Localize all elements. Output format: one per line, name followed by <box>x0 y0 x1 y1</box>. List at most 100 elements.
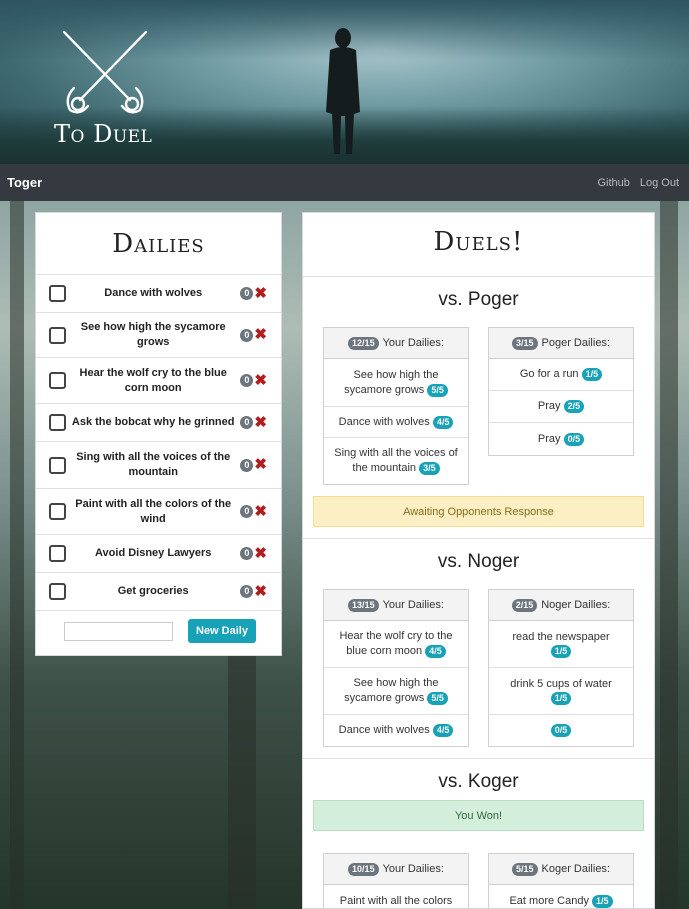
card-item: Sing with all the voices of the mountain… <box>324 438 468 484</box>
daily-text: Hear the wolf cry to the blue corn moon <box>79 366 227 394</box>
progress-badge: 4/5 <box>432 724 454 737</box>
daily-checkbox[interactable] <box>49 503 66 520</box>
delete-x-icon[interactable]: ✖ <box>254 504 267 519</box>
daily-count-badge: 0 <box>240 585 254 598</box>
card-item-text: Dance with wolves <box>338 724 430 736</box>
your-dailies-card: 13/15 Your Dailies: Hear the wolf cry to… <box>323 589 469 747</box>
hero-figure-image <box>326 28 360 154</box>
duel-cards: 13/15 Your Dailies: Hear the wolf cry to… <box>303 589 654 747</box>
duel-opponent-title: vs. Poger <box>438 289 519 310</box>
daily-item: Hear the wolf cry to the blue corn moon … <box>36 358 281 404</box>
progress-badge: 4/5 <box>432 415 454 429</box>
duel-section: vs. Koger You Won! 10/15 Your Dailies: P… <box>303 759 654 908</box>
card-item-text: See how high the sycamore grows <box>344 368 439 396</box>
brand-link[interactable]: Toger <box>7 175 42 190</box>
duel-section: vs. Noger 13/15 Your Dailies: Hear the w… <box>303 539 654 759</box>
github-link[interactable]: Github <box>597 177 629 189</box>
progress-badge: 4/5 <box>425 645 446 658</box>
delete-x-icon[interactable]: ✖ <box>254 286 267 301</box>
daily-checkbox[interactable] <box>49 372 66 389</box>
status-alert-success: You Won! <box>313 800 644 831</box>
daily-checkbox[interactable] <box>49 583 66 600</box>
score-badge: 3/15 <box>511 336 538 350</box>
dailies-panel: Dailies Dance with wolves 0 ✖ See how hi… <box>35 212 282 656</box>
daily-count-badge: 0 <box>240 458 254 472</box>
opponent-dailies-card: 3/15 Poger Dailies: Go for a run 1/5 Pra… <box>488 327 634 456</box>
daily-checkbox[interactable] <box>49 326 66 344</box>
duel-section: vs. Poger 12/15 Your Dailies: See how hi… <box>303 277 654 539</box>
daily-text: Avoid Disney Lawyers <box>95 547 212 559</box>
card-item: Pray 0/5 <box>489 423 633 455</box>
card-header-label: Poger Dailies: <box>541 337 610 349</box>
duel-opponent-title: vs. Noger <box>437 551 520 572</box>
progress-badge: 5/5 <box>427 383 448 397</box>
card-item: 0/5 <box>489 715 633 746</box>
card-item: drink 5 cups of water 1/5 <box>489 668 633 715</box>
progress-badge: 1/5 <box>550 692 572 705</box>
delete-x-icon[interactable]: ✖ <box>254 327 267 342</box>
daily-checkbox[interactable] <box>49 456 66 474</box>
card-header-label: Noger Dailies: <box>541 599 611 611</box>
card-item: read the newspaper 1/5 <box>489 621 633 668</box>
daily-item: Get groceries 0 ✖ <box>36 573 281 611</box>
daily-checkbox[interactable] <box>49 285 66 302</box>
card-item-text: Pray <box>537 400 561 412</box>
progress-badge: 0/5 <box>563 432 585 446</box>
daily-count-badge: 0 <box>240 416 254 429</box>
daily-item: Sing with all the voices of the mountain… <box>36 442 281 489</box>
card-header: 10/15 Your Dailies: <box>324 854 468 885</box>
daily-count-badge: 0 <box>240 328 254 342</box>
progress-badge: 2/5 <box>563 400 585 413</box>
card-item: Paint with all the colors <box>324 885 468 908</box>
hero-banner: To Duel <box>0 0 689 164</box>
duels-panel: Duels! vs. Poger 12/15 Your Dailies: See… <box>302 212 655 909</box>
navbar: Toger Github Log Out <box>0 164 689 201</box>
score-badge: 5/15 <box>511 862 538 876</box>
card-header: 13/15 Your Dailies: <box>324 590 468 621</box>
delete-x-icon[interactable]: ✖ <box>254 373 267 388</box>
delete-x-icon[interactable]: ✖ <box>254 546 267 561</box>
card-header-label: Your Dailies: <box>382 337 444 349</box>
new-daily-input[interactable] <box>64 621 173 641</box>
score-badge: 13/15 <box>348 598 379 612</box>
card-header-label: Your Dailies: <box>382 599 444 611</box>
card-header: 2/15 Noger Dailies: <box>489 590 633 621</box>
daily-item: Ask the bobcat why he grinned 0 ✖ <box>36 404 281 442</box>
daily-count-badge: 0 <box>240 287 254 300</box>
progress-badge: 1/5 <box>592 894 613 908</box>
progress-badge: 3/5 <box>419 462 440 475</box>
new-daily-button[interactable]: New Daily <box>188 619 256 643</box>
dailies-title: Dailies <box>36 213 281 275</box>
daily-text: Dance with wolves <box>104 287 203 299</box>
card-item-text: Paint with all the colors <box>339 894 453 907</box>
card-header: 3/15 Poger Dailies: <box>489 328 633 359</box>
card-header: 5/15 Koger Dailies: <box>489 854 633 885</box>
delete-x-icon[interactable]: ✖ <box>254 457 267 472</box>
daily-checkbox[interactable] <box>49 414 66 431</box>
progress-badge: 1/5 <box>550 645 572 658</box>
score-badge: 2/15 <box>511 598 538 612</box>
card-header-label: Koger Dailies: <box>541 863 610 875</box>
card-header-label: Your Dailies: <box>382 863 444 875</box>
card-item: Dance with wolves 4/5 <box>324 407 468 438</box>
daily-text: See how high the sycamore grows <box>80 321 226 348</box>
card-item-text: Pray <box>537 432 561 445</box>
card-item-text: drink 5 cups of water <box>510 678 612 690</box>
duel-cards: 12/15 Your Dailies: See how high the syc… <box>303 327 654 485</box>
card-item-text: Eat more Candy <box>509 894 589 907</box>
daily-checkbox[interactable] <box>49 545 66 562</box>
progress-badge: 1/5 <box>581 368 603 381</box>
delete-x-icon[interactable]: ✖ <box>254 415 267 430</box>
delete-x-icon[interactable]: ✖ <box>254 584 267 599</box>
daily-item: Dance with wolves 0 ✖ <box>36 275 281 313</box>
daily-text: Sing with all the voices of the mountain <box>76 451 231 478</box>
card-item: Eat more Candy 1/5 <box>489 885 633 908</box>
card-item: Go for a run 1/5 <box>489 359 633 391</box>
logout-link[interactable]: Log Out <box>640 177 679 189</box>
daily-count-badge: 0 <box>240 374 254 387</box>
status-alert-warning: Awaiting Opponents Response <box>313 496 644 527</box>
card-item: See how high the sycamore grows 5/5 <box>324 668 468 715</box>
daily-item: Paint with all the colors of the wind 0 … <box>36 489 281 535</box>
card-header: 12/15 Your Dailies: <box>324 328 468 359</box>
daily-text: Ask the bobcat why he grinned <box>71 416 235 428</box>
